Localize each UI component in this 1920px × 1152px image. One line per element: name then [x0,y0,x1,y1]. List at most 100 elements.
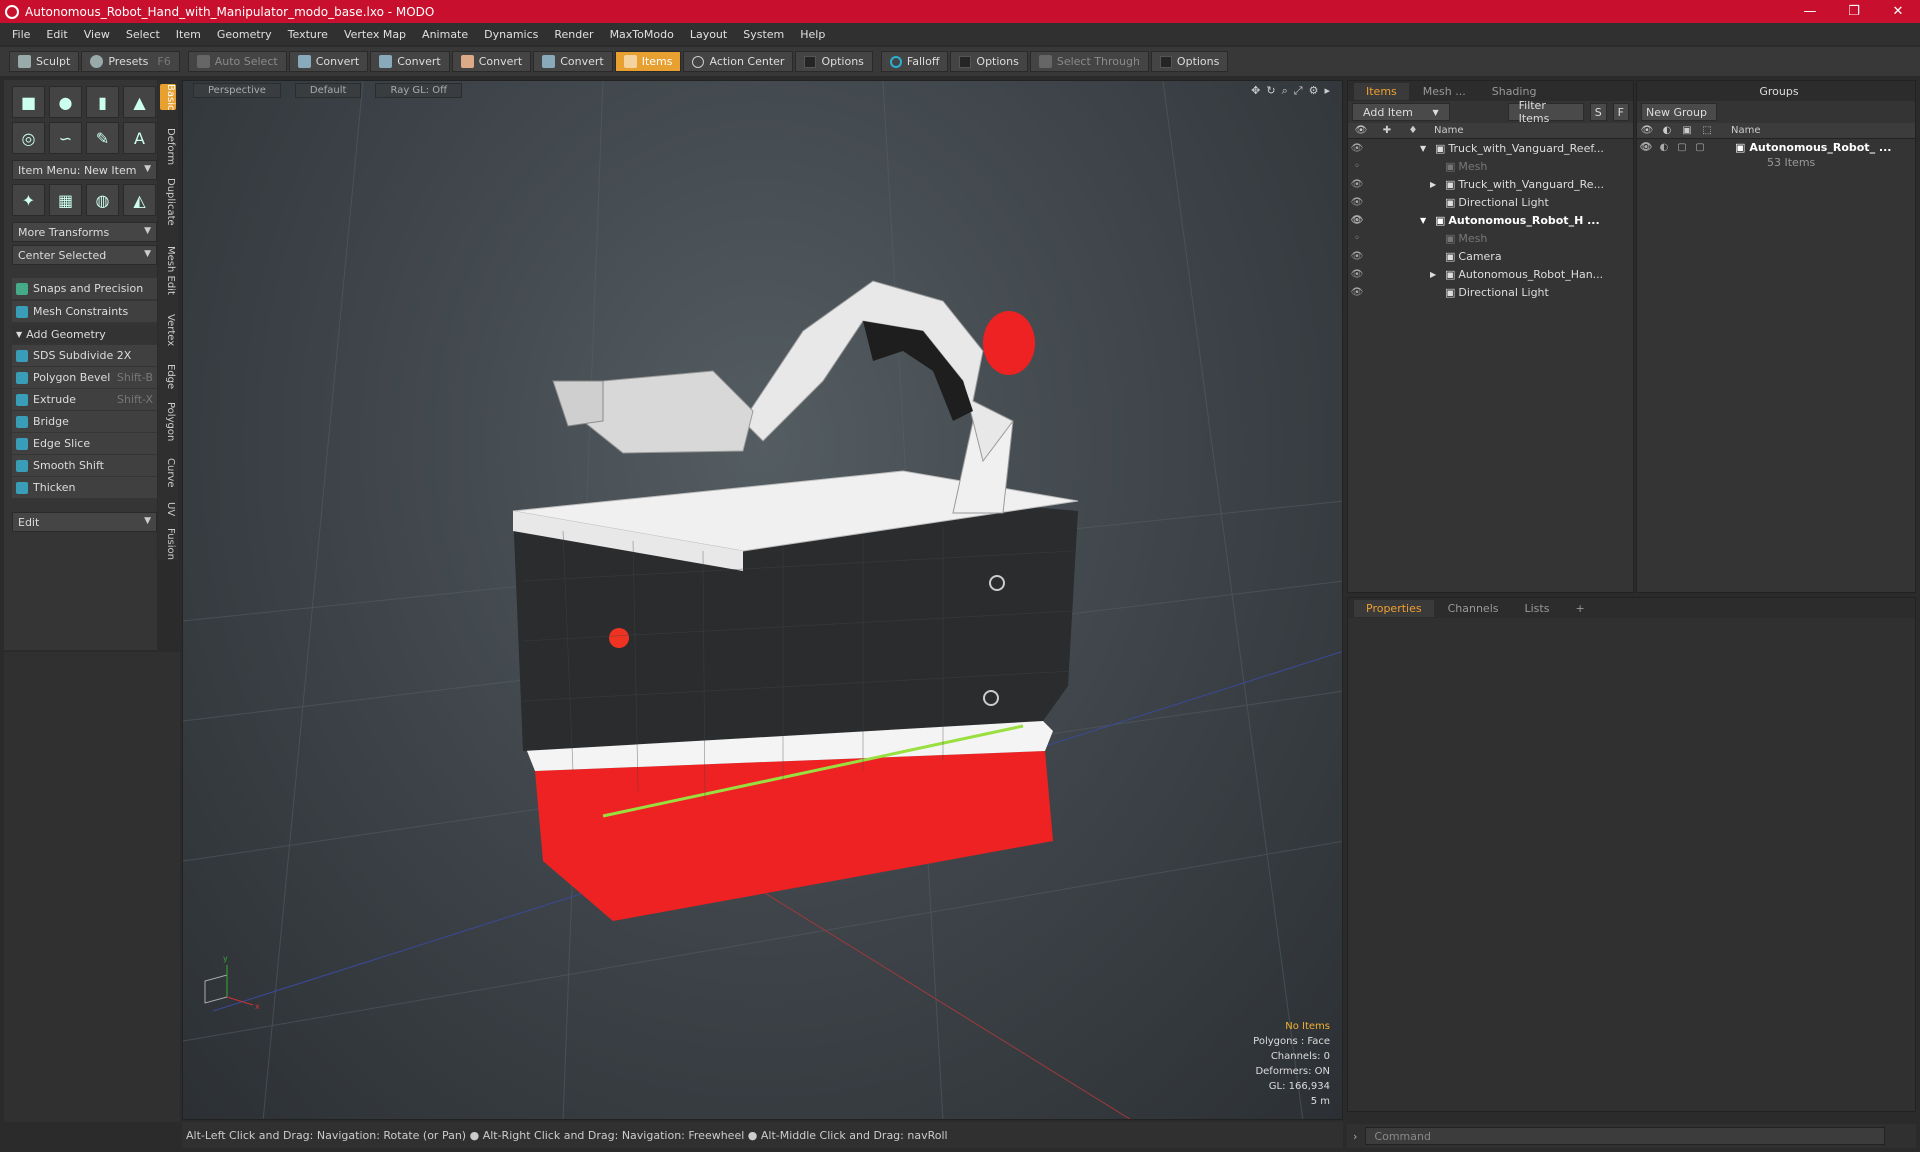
items-mode-button[interactable]: Items [614,51,682,72]
filter-items-button[interactable]: Filter Items [1507,99,1584,125]
pen-icon[interactable]: ✎ [86,122,119,154]
perspective-dropdown[interactable]: Perspective [193,82,281,98]
locator-icon[interactable]: ✦ [12,184,45,216]
eye-icon[interactable]: 👁 [1348,179,1366,190]
convert-edges-button[interactable]: Convert [370,51,450,72]
menu-item-view[interactable]: View [76,28,118,41]
tab-channels[interactable]: Channels [1436,600,1511,617]
tool-smooth-shift[interactable]: Smooth Shift [12,455,157,476]
type-icon[interactable]: ♦ [1400,125,1426,136]
add-geometry-header[interactable]: ▼ Add Geometry [12,325,157,343]
f-button[interactable]: F [1612,103,1629,121]
snaps-precision-button[interactable]: Snaps and Precision [12,278,157,299]
maximize-button[interactable]: ❐ [1832,4,1876,19]
eye-icon[interactable]: 👁 [1637,125,1657,136]
cylinder-icon[interactable]: ▮ [86,86,119,118]
globe-icon[interactable]: ◍ [86,184,119,216]
action-center-options-button[interactable]: Options [795,51,873,72]
item-row[interactable]: ◦ ▣ Mesh [1348,229,1633,247]
auto-select-button[interactable]: Auto Select [187,51,287,72]
tool-polygon-bevel[interactable]: Polygon Bevel Shift-B [12,367,157,388]
eye-icon[interactable]: 👁 [1348,269,1366,280]
item-row[interactable]: 👁 ▣ Directional Light [1348,193,1633,211]
render-icon[interactable]: ◐ [1655,142,1673,153]
vtab-curve[interactable]: Curve [160,458,176,488]
falloff-options-button[interactable]: Options [950,51,1028,72]
sculpt-button[interactable]: Sculpt [9,51,80,72]
sphere-icon[interactable]: ● [49,86,82,118]
convert-materials-button[interactable]: Convert [533,51,613,72]
menu-item-file[interactable]: File [4,28,38,41]
eye-icon[interactable]: 👁 [1348,197,1366,208]
vtab-edge[interactable]: Edge [160,364,176,389]
falloff-button[interactable]: Falloff [880,51,949,72]
3d-viewport[interactable]: y x Perspective Default Ray GL: Off ✥ ↻ ⌕ ⤢… [182,80,1343,1120]
vtab-fusion[interactable]: Fusion [160,528,176,560]
eye-icon[interactable]: ◦ [1348,233,1366,244]
close-button[interactable]: ✕ [1876,4,1920,19]
mesh-constraints-button[interactable]: Mesh Constraints [12,301,157,322]
eye-icon[interactable]: 👁 [1348,251,1366,262]
vtab-duplicate[interactable]: Duplicate [160,178,176,226]
raygl-toggle[interactable]: Ray GL: Off [375,82,463,98]
menu-item-layout[interactable]: Layout [682,28,735,41]
rotate-icon[interactable]: ↻ [1266,84,1275,98]
menu-item-item[interactable]: Item [168,28,209,41]
menu-item-maxtomodo[interactable]: MaxToModo [602,28,682,41]
eye-icon[interactable]: 👁 [1348,143,1366,154]
render-icon[interactable]: ◐ [1657,125,1677,136]
text-icon[interactable]: A [123,122,156,154]
add-tab-button[interactable]: + [1563,600,1596,617]
eye-icon[interactable]: 👁 [1637,142,1655,153]
menu-item-select[interactable]: Select [118,28,168,41]
torus-icon[interactable]: ◎ [12,122,45,154]
expand-arrow-icon[interactable]: ▶ [1430,270,1442,279]
expand-arrow-icon[interactable]: ▶ [1430,180,1442,189]
minimize-button[interactable]: — [1788,4,1832,19]
cube-icon[interactable]: ■ [12,86,45,118]
command-input[interactable]: Command [1365,1127,1886,1145]
tab-lists[interactable]: Lists [1513,600,1562,617]
lock-icon[interactable]: ▢ [1673,142,1691,153]
menu-item-animate[interactable]: Animate [414,28,476,41]
pan-icon[interactable]: ✥ [1251,84,1260,98]
item-row[interactable]: 👁 ▣ Camera [1348,247,1633,265]
s-button[interactable]: S [1589,103,1607,121]
tab-properties[interactable]: Properties [1354,599,1434,617]
lock-icon[interactable]: ▣ [1677,125,1697,136]
menu-item-texture[interactable]: Texture [280,28,336,41]
tab-shading[interactable]: Shading [1480,83,1549,100]
shading-style-dropdown[interactable]: Default [294,82,362,98]
edit-dropdown[interactable]: Edit ▼ [12,512,157,532]
fit-icon[interactable]: ⤢ [1294,84,1303,98]
vtab-mesh-edit[interactable]: Mesh Edit [160,246,176,295]
expand-arrow-icon[interactable]: ▼ [1420,144,1432,153]
menu-item-edit[interactable]: Edit [38,28,75,41]
item-row[interactable]: 👁 ▼ ▣ Truck_with_Vanguard_Reef... [1348,139,1633,157]
menu-item-render[interactable]: Render [546,28,601,41]
capsule-icon[interactable]: ∽ [49,122,82,154]
plane-icon[interactable]: ◭ [123,184,156,216]
vtab-basic[interactable]: Basic [160,84,176,111]
convert-vertices-button[interactable]: Convert [288,51,369,72]
eye-icon[interactable]: ◦ [1348,161,1366,172]
eye-icon[interactable]: 👁 [1348,287,1366,298]
menu-item-help[interactable]: Help [792,28,833,41]
tab-items[interactable]: Items [1354,82,1409,100]
vtab-vertex[interactable]: Vertex [160,314,176,346]
add-item-button[interactable]: Add Item ▼ [1352,103,1450,121]
gear-icon[interactable]: ⚙ [1309,84,1319,98]
item-row[interactable]: 👁 ▶ ▣ Truck_with_Vanguard_Re... [1348,175,1633,193]
vtab-uv[interactable]: UV [160,502,176,516]
vtab-deform[interactable]: Deform [160,128,176,165]
expand-arrow-icon[interactable]: ▼ [1420,216,1432,225]
item-menu-dropdown[interactable]: Item Menu: New Item ▼ [12,160,157,180]
tab-mesh[interactable]: Mesh ... [1411,83,1478,100]
menu-item-dynamics[interactable]: Dynamics [476,28,546,41]
select-options-button[interactable]: Options [1150,51,1229,72]
vtab-polygon[interactable]: Polygon [160,402,176,441]
item-row[interactable]: 👁 ▶ ▣ Autonomous_Robot_Han... [1348,265,1633,283]
new-group-button[interactable]: New Group [1641,103,1717,121]
tool-thicken[interactable]: Thicken [12,477,157,498]
menu-item-system[interactable]: System [735,28,792,41]
